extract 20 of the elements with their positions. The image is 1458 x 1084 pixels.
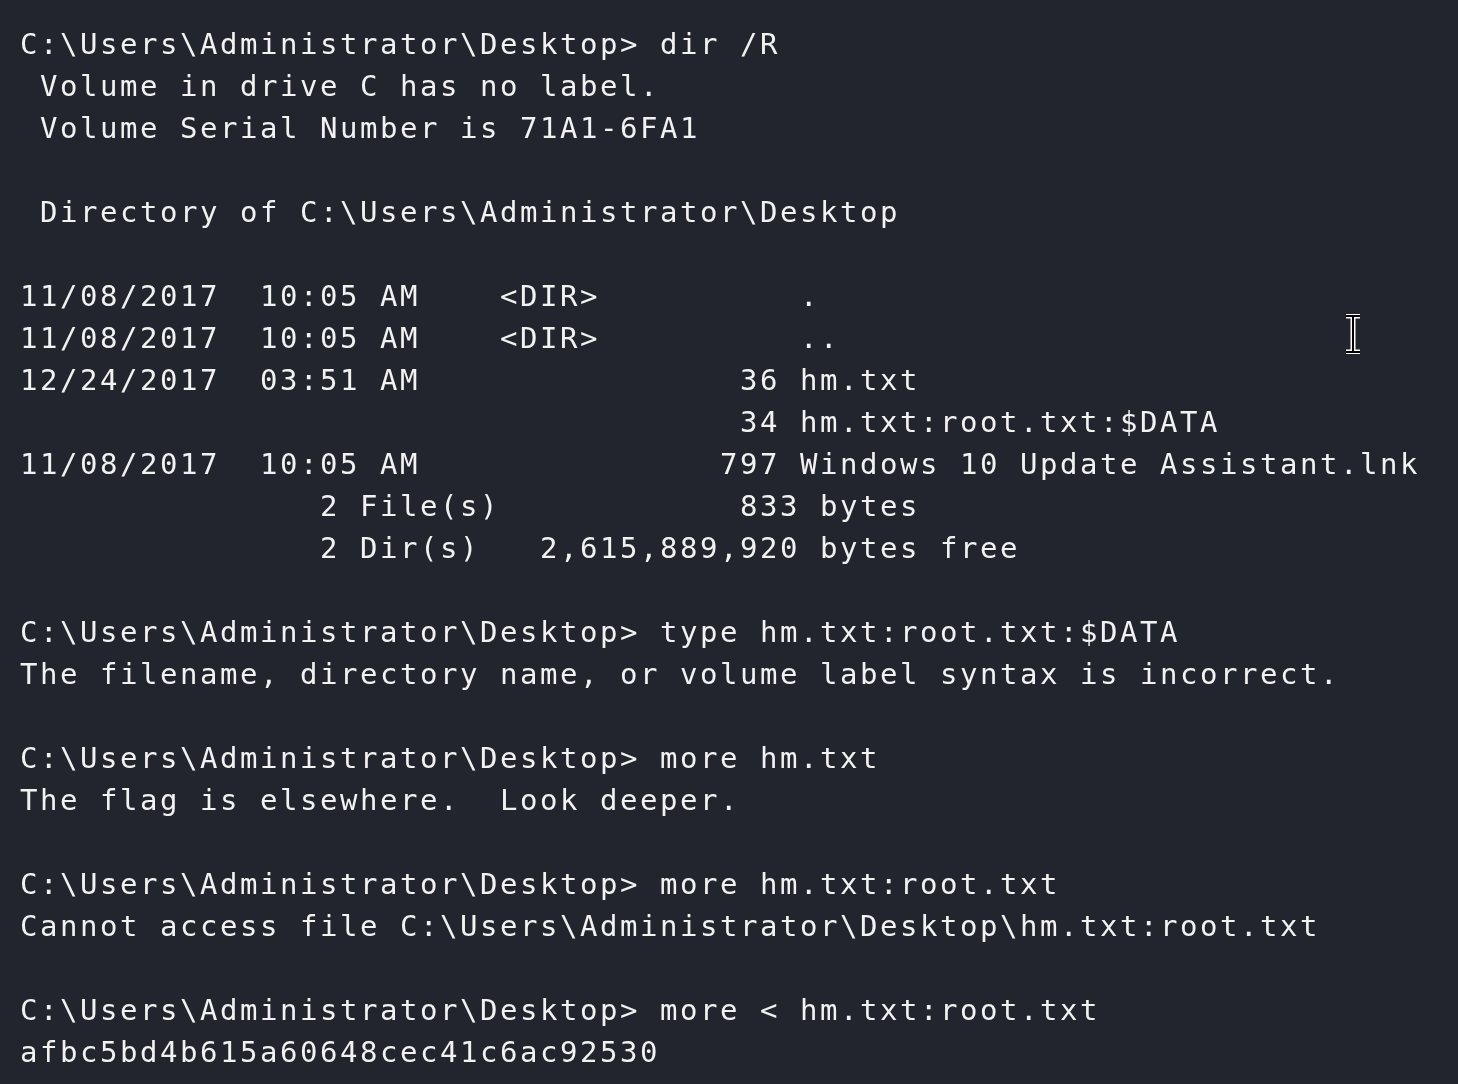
terminal-line: 34 hm.txt:root.txt:$DATA <box>738 404 1220 441</box>
terminal-line: 2 File(s) 833 bytes <box>319 488 920 525</box>
terminal-line: 11/08/2017 10:05 AM 797 Windows 10 Update Assistant.lnk <box>20 446 1420 483</box>
terminal-line: Directory of C:\Users\Administrator\Desktop <box>39 194 900 231</box>
terminal-line: Volume Serial Number is 71A1-6FA1 <box>39 110 700 147</box>
terminal-line: afbc5bd4b615a60648cec41c6ac92530 <box>20 1034 660 1071</box>
terminal-line: Volume in drive C has no label. <box>39 68 660 105</box>
terminal-line: C:\Users\Administrator\Desktop> dir /R <box>20 26 780 63</box>
text-cursor-icon <box>1343 314 1363 354</box>
terminal-line: C:\Users\Administrator\Desktop> more hm.txt <box>20 740 880 777</box>
terminal-line: The flag is elsewhere. Look deeper. <box>20 782 740 819</box>
terminal-line: C:\Users\Administrator\Desktop> more < hm.txt:root.txt <box>20 992 1100 1029</box>
terminal-line: 12/24/2017 03:51 AM 36 hm.txt <box>20 362 920 399</box>
terminal-line: C:\Users\Administrator\Desktop> more hm.txt:root.txt <box>20 866 1060 903</box>
terminal-line: 11/08/2017 10:05 AM <DIR> .. <box>20 320 840 357</box>
terminal-line: The filename, directory name, or volume label syntax is incorrect. <box>20 656 1340 693</box>
terminal-line: C:\Users\Administrator\Desktop> type hm.txt:root.txt:$DATA <box>20 614 1180 651</box>
terminal-line: 2 Dir(s) 2,615,889,920 bytes free <box>319 530 1020 567</box>
terminal-line: Cannot access file C:\Users\Administrator\Desktop\hm.txt:root.txt <box>20 908 1320 945</box>
terminal-line: 11/08/2017 10:05 AM <DIR> . <box>20 278 820 315</box>
